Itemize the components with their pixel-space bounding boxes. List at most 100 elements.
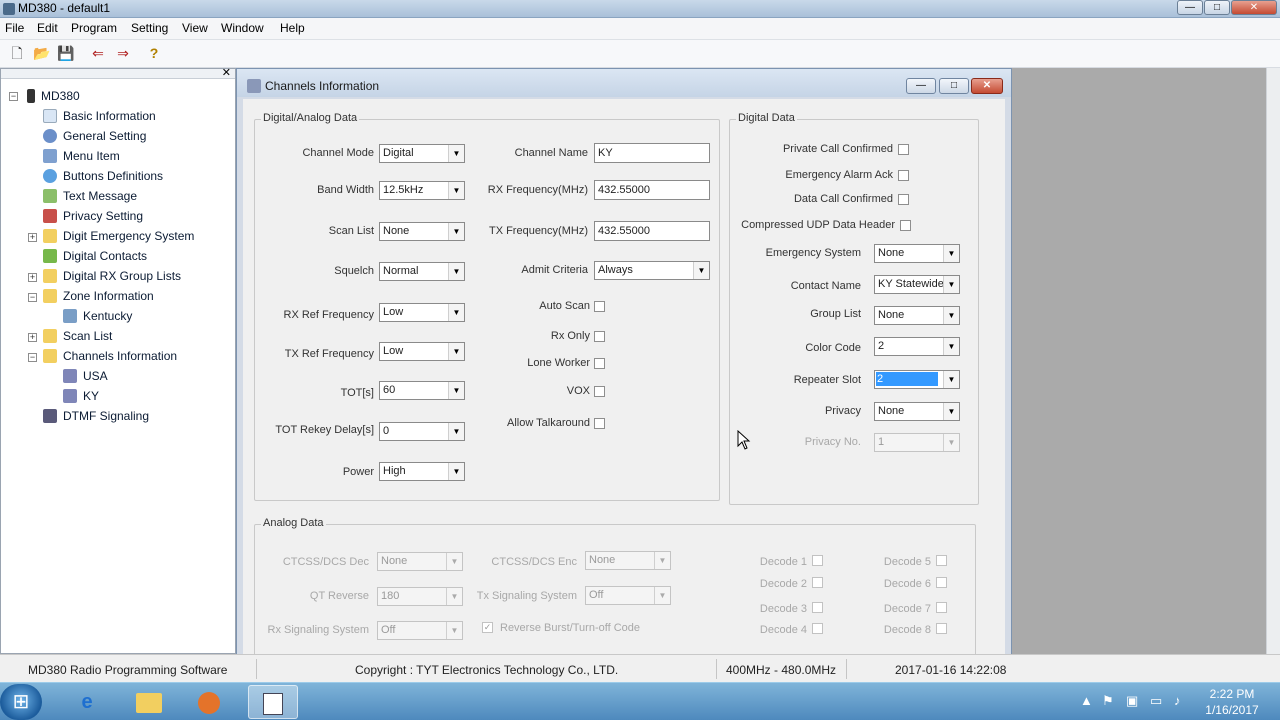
lone-worker-checkbox[interactable]	[594, 358, 605, 369]
power-select[interactable]: High ▼	[379, 462, 465, 481]
collapse-icon[interactable]: −	[28, 353, 37, 362]
tx-signaling-select[interactable]: Off ▼	[585, 586, 671, 605]
tree-item-dtmf-signaling[interactable]: DTMF Signaling	[43, 407, 149, 425]
tree-item-menu-item[interactable]: Menu Item	[43, 147, 120, 165]
minimize-button[interactable]: —	[1177, 0, 1203, 15]
child-close-button[interactable]: ✕	[971, 78, 1003, 94]
tree-item-digital-contacts[interactable]: Digital Contacts	[43, 247, 147, 265]
color-code-select[interactable]: 2 ▼	[874, 337, 960, 356]
tree-item-privacy-setting[interactable]: Privacy Setting	[43, 207, 143, 225]
decode-7-checkbox[interactable]	[936, 602, 947, 613]
decode-6-checkbox[interactable]	[936, 577, 947, 588]
decode-5-checkbox[interactable]	[936, 555, 947, 566]
menu-view[interactable]: View	[182, 21, 208, 35]
network-icon[interactable]: ▭	[1150, 693, 1162, 709]
collapse-icon[interactable]: −	[28, 293, 37, 302]
decode-4-checkbox[interactable]	[812, 623, 823, 634]
tree-item-kentucky[interactable]: Kentucky	[63, 307, 132, 325]
vertical-scrollbar[interactable]	[1266, 68, 1280, 654]
open-folder-icon[interactable]: 📂	[32, 43, 52, 63]
maximize-button[interactable]: □	[1204, 0, 1230, 15]
tx-frequency-input[interactable]: 432.55000	[594, 221, 710, 241]
app-tray-icon[interactable]: ▣	[1126, 693, 1138, 709]
decode-3-checkbox[interactable]	[812, 602, 823, 613]
collapse-icon[interactable]: −	[9, 92, 18, 101]
tx-ref-frequency-select[interactable]: Low ▼	[379, 342, 465, 361]
decode-1-checkbox[interactable]	[812, 555, 823, 566]
menu-program[interactable]: Program	[71, 21, 117, 35]
child-maximize-button[interactable]: □	[939, 78, 969, 94]
tree-item-general-setting[interactable]: General Setting	[43, 127, 146, 145]
rx-signaling-select[interactable]: Off ▼	[377, 621, 463, 640]
tot-rekey-delay-select[interactable]: 0 ▼	[379, 422, 465, 441]
auto-scan-checkbox[interactable]	[594, 301, 605, 312]
close-button[interactable]: ✕	[1231, 0, 1277, 15]
tree-item-channels-information[interactable]: Channels Information	[43, 347, 177, 365]
channel-name-input[interactable]: KY	[594, 143, 710, 163]
file-explorer-icon[interactable]	[124, 685, 174, 719]
menu-file[interactable]: File	[5, 21, 24, 35]
squelch-select[interactable]: Normal ▼	[379, 262, 465, 281]
repeater-slot-select[interactable]: 2 ▼	[874, 370, 960, 389]
rx-ref-frequency-select[interactable]: Low ▼	[379, 303, 465, 322]
qt-reverse-select[interactable]: 180 ▼	[377, 587, 463, 606]
menu-help[interactable]: Help	[280, 21, 305, 35]
menu-setting[interactable]: Setting	[131, 21, 168, 35]
lone-worker-label: Lone Worker	[527, 357, 590, 369]
decode-8-checkbox[interactable]	[936, 623, 947, 634]
tree-item-digit-emergency-system[interactable]: Digit Emergency System	[43, 227, 194, 245]
expand-icon[interactable]: +	[28, 333, 37, 342]
privacy-no-select[interactable]: 1 ▼	[874, 433, 960, 452]
volume-icon[interactable]: ♪	[1174, 693, 1181, 708]
emergency-system-select[interactable]: None ▼	[874, 244, 960, 263]
tree-item-zone-information[interactable]: Zone Information	[43, 287, 154, 305]
vox-checkbox[interactable]	[594, 386, 605, 397]
help-icon[interactable]: ?	[144, 43, 164, 63]
allow-talkaround-checkbox[interactable]	[594, 418, 605, 429]
data-call-confirmed-checkbox[interactable]	[898, 194, 909, 205]
channel-mode-select[interactable]: Digital ▼	[379, 144, 465, 163]
save-icon[interactable]: 💾	[56, 43, 76, 63]
md380-taskbar-button[interactable]	[248, 685, 298, 719]
menu-window[interactable]: Window	[221, 21, 264, 35]
band-width-select[interactable]: 12.5kHz ▼	[379, 181, 465, 200]
rx-only-checkbox[interactable]	[594, 331, 605, 342]
internet-explorer-icon[interactable]: e	[62, 685, 112, 719]
tree-item-scan-list[interactable]: Scan List	[43, 327, 112, 345]
clock-time[interactable]: 2:22 PM	[1202, 687, 1262, 701]
tree-item-basic-information[interactable]: Basic Information	[43, 107, 156, 125]
tree-item-digital-rx-group-lists[interactable]: Digital RX Group Lists	[43, 267, 181, 285]
action-center-icon[interactable]: ⚑	[1102, 693, 1114, 709]
scan-list-select[interactable]: None ▼	[379, 222, 465, 241]
child-minimize-button[interactable]: —	[906, 78, 936, 94]
emergency-alarm-ack-checkbox[interactable]	[898, 170, 909, 181]
tree-item-buttons-definitions[interactable]: Buttons Definitions	[43, 167, 163, 185]
clock-date[interactable]: 1/16/2017	[1202, 703, 1262, 717]
tree-item-ky[interactable]: KY	[63, 387, 99, 405]
group-list-select[interactable]: None ▼	[874, 306, 960, 325]
show-hidden-icons-icon[interactable]: ▲	[1080, 693, 1093, 708]
decode-2-checkbox[interactable]	[812, 577, 823, 588]
ctcss-dec-select[interactable]: None ▼	[377, 552, 463, 571]
rx-frequency-input[interactable]: 432.55000	[594, 180, 710, 200]
compressed-udp-checkbox[interactable]	[900, 220, 911, 231]
admit-criteria-select[interactable]: Always ▼	[594, 261, 710, 280]
tree-close-icon[interactable]: ✕	[222, 66, 231, 79]
tree-item-text-message[interactable]: Text Message	[43, 187, 137, 205]
tree-item-usa[interactable]: USA	[63, 367, 108, 385]
tree-root[interactable]: MD380	[27, 87, 80, 105]
expand-icon[interactable]: +	[28, 233, 37, 242]
start-button[interactable]: ⊞	[0, 684, 42, 720]
read-radio-icon[interactable]: ⇐	[88, 43, 108, 63]
tot-select[interactable]: 60 ▼	[379, 381, 465, 400]
menu-edit[interactable]: Edit	[37, 21, 58, 35]
new-file-icon[interactable]: 🗋	[7, 43, 27, 63]
private-call-confirmed-checkbox[interactable]	[898, 144, 909, 155]
ctcss-enc-select[interactable]: None ▼	[585, 551, 671, 570]
expand-icon[interactable]: +	[28, 273, 37, 282]
reverse-burst-checkbox[interactable]: ✓	[482, 622, 493, 633]
contact-name-select[interactable]: KY Statewide ▼	[874, 275, 960, 294]
privacy-select[interactable]: None ▼	[874, 402, 960, 421]
media-player-icon[interactable]	[184, 685, 234, 719]
write-radio-icon[interactable]: ⇒	[113, 43, 133, 63]
